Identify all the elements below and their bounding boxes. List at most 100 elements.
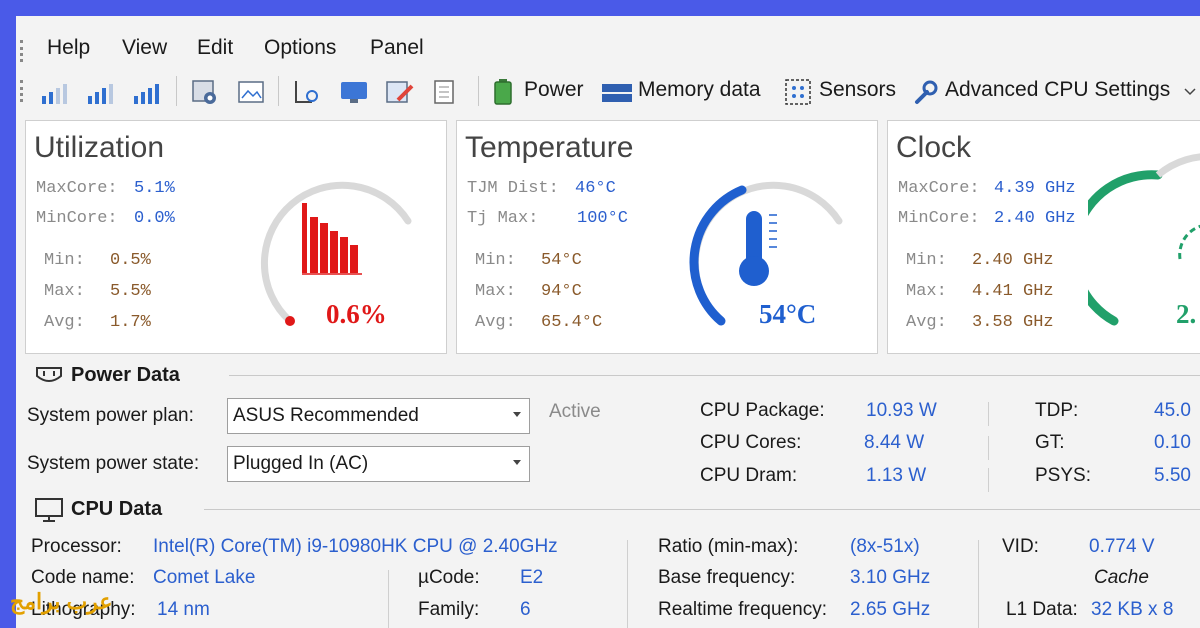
image-icon[interactable] xyxy=(236,78,266,106)
min-label: Min: xyxy=(44,251,85,270)
family-label: Family: xyxy=(418,599,480,620)
ratio-label: Ratio (min-max): xyxy=(658,536,799,557)
system-power-plan-label: System power plan: xyxy=(27,405,194,426)
avg-value: 65.4°C xyxy=(541,313,603,332)
code-name-label: Code name: xyxy=(31,567,135,588)
realtime-frequency-value: 2.65 GHz xyxy=(850,599,931,620)
toolbar: Power Memory data Sensors Advanced CPU S… xyxy=(16,72,1200,110)
temperature-gauge-value: 54°C xyxy=(759,299,817,329)
menu-options[interactable]: Options xyxy=(264,36,336,60)
processor-label: Processor: xyxy=(31,536,122,557)
power-plan-select[interactable]: ASUS Recommended xyxy=(227,398,530,434)
max-core-value: 4.39 GHz xyxy=(994,179,1076,198)
sensors-button[interactable]: Sensors xyxy=(819,78,896,102)
avg-value: 3.58 GHz xyxy=(972,313,1054,332)
signal-low-icon[interactable] xyxy=(40,78,70,106)
code-name-value: Comet Lake xyxy=(153,567,256,588)
realtime-frequency-label: Realtime frequency: xyxy=(658,599,827,620)
max-core-label: MaxCore: xyxy=(898,179,980,198)
avg-label: Avg: xyxy=(906,313,947,332)
screenshot-icon[interactable] xyxy=(190,78,220,106)
menu-edit[interactable]: Edit xyxy=(197,36,233,60)
gauge-fill xyxy=(1088,170,1163,326)
toolbar-grip[interactable] xyxy=(20,80,27,102)
edit-report-icon[interactable] xyxy=(384,78,416,106)
psys-label: PSYS: xyxy=(1035,465,1091,486)
thermometer-icon xyxy=(739,211,777,286)
gt-label: GT: xyxy=(1035,432,1065,453)
column-separator xyxy=(388,570,389,628)
log-settings-icon[interactable] xyxy=(292,78,322,106)
min-label: Min: xyxy=(475,251,516,270)
utilization-panel: Utilization MaxCore: 5.1% MinCore: 0.0% … xyxy=(25,120,447,354)
battery-icon[interactable] xyxy=(492,78,514,106)
vid-value: 0.774 V xyxy=(1089,536,1155,557)
clock-panel: Clock MaxCore: 4.39 GHz MinCore: 2.40 GH… xyxy=(887,120,1200,354)
utilization-gauge-value: 0.6% xyxy=(326,299,387,329)
toolbar-separator xyxy=(478,76,479,106)
memory-data-button[interactable]: Memory data xyxy=(638,78,761,102)
min-core-label: MinCore: xyxy=(36,209,118,228)
temperature-title: Temperature xyxy=(465,131,634,164)
monitor-icon[interactable] xyxy=(338,78,370,106)
cpu-cores-value: 8.44 W xyxy=(864,432,925,453)
menu-grip[interactable] xyxy=(20,40,27,62)
document-icon[interactable] xyxy=(430,78,460,106)
section-divider xyxy=(204,509,1200,510)
cpu-dram-value: 1.13 W xyxy=(866,465,927,486)
lithography-value: 14 nm xyxy=(157,599,210,620)
processor-value: Intel(R) Core(TM) i9-10980HK CPU @ 2.40G… xyxy=(153,536,558,557)
app-window: Help View Edit Options Panel Power Memor… xyxy=(16,16,1200,628)
power-state-select[interactable]: Plugged In (AC) xyxy=(227,446,530,482)
base-frequency-value: 3.10 GHz xyxy=(850,567,931,588)
advanced-cpu-settings-button[interactable]: Advanced CPU Settings xyxy=(945,78,1170,102)
tjm-dist-label: TJM Dist: xyxy=(467,179,559,198)
chevron-down-icon[interactable] xyxy=(1184,88,1196,96)
monitor-icon xyxy=(35,498,63,522)
tdp-value: 45.0 xyxy=(1154,400,1191,421)
avg-label: Avg: xyxy=(475,313,516,332)
power-plug-icon xyxy=(36,367,62,382)
dropdown-arrow-icon[interactable] xyxy=(513,460,521,465)
max-label: Max: xyxy=(44,282,85,301)
power-button[interactable]: Power xyxy=(524,78,584,102)
toolbar-separator xyxy=(176,76,177,106)
psys-value: 5.50 xyxy=(1154,465,1191,486)
min-value: 0.5% xyxy=(110,251,151,270)
cpu-dram-label: CPU Dram: xyxy=(700,465,798,486)
l1-data-label: L1 Data: xyxy=(1006,599,1078,620)
menu-bar: Help View Edit Options Panel xyxy=(16,36,1200,66)
signal-medium-icon[interactable] xyxy=(86,78,116,106)
memory-icon[interactable] xyxy=(600,80,634,104)
ratio-value: (8x-51x) xyxy=(850,536,920,557)
menu-view[interactable]: View xyxy=(122,36,167,60)
menu-panel[interactable]: Panel xyxy=(370,36,424,60)
min-label: Min: xyxy=(906,251,947,270)
gauge-track xyxy=(1155,153,1200,178)
power-data-heading: Power Data xyxy=(71,364,180,386)
max-value: 4.41 GHz xyxy=(972,282,1054,301)
gauge-indicator xyxy=(285,316,295,326)
wrench-icon[interactable] xyxy=(911,78,939,106)
tjm-dist-value: 46°C xyxy=(575,179,616,198)
gauge-fill xyxy=(689,185,747,326)
min-core-value: 2.40 GHz xyxy=(994,209,1076,228)
sensors-icon[interactable] xyxy=(784,78,812,106)
max-value: 5.5% xyxy=(110,282,151,301)
speedometer-icon xyxy=(1178,224,1200,260)
utilization-title: Utilization xyxy=(34,131,165,164)
max-core-value: 5.1% xyxy=(134,179,175,198)
tj-max-label: Tj Max: xyxy=(467,209,539,228)
max-label: Max: xyxy=(906,282,947,301)
avg-label: Avg: xyxy=(44,313,85,332)
ucode-value: E2 xyxy=(520,567,544,588)
gt-value: 0.10 xyxy=(1154,432,1191,453)
max-core-label: MaxCore: xyxy=(36,179,118,198)
menu-help[interactable]: Help xyxy=(47,36,90,60)
dropdown-arrow-icon[interactable] xyxy=(513,412,521,417)
bar-chart-icon xyxy=(302,203,362,275)
column-separator xyxy=(988,436,989,460)
l1-data-value: 32 KB x 8 xyxy=(1091,599,1174,620)
power-plan-status: Active xyxy=(549,401,601,422)
signal-high-icon[interactable] xyxy=(132,78,162,106)
